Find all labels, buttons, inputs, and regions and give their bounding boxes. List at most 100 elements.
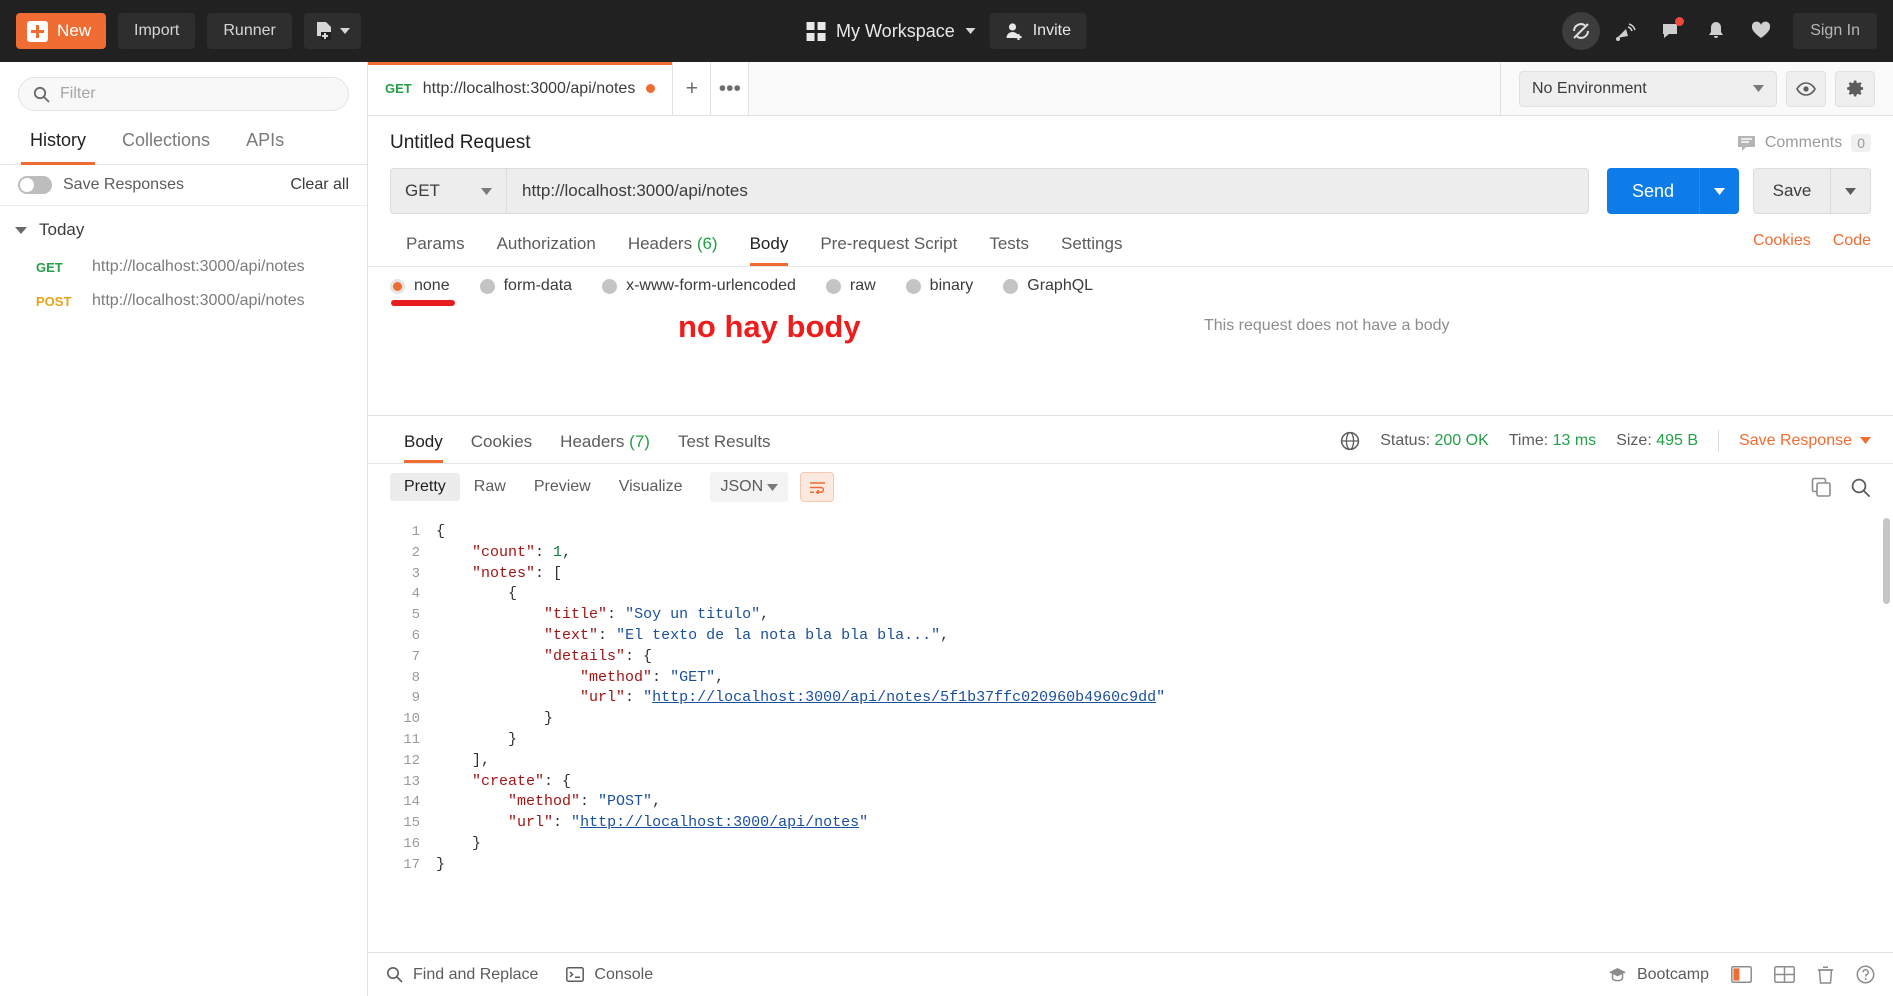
code-token: , <box>760 606 770 624</box>
tab-authorization[interactable]: Authorization <box>481 228 612 266</box>
save-responses-row: Save Responses Clear all <box>0 165 367 206</box>
help-icon[interactable] <box>1856 965 1875 984</box>
sidebar-tab-apis[interactable]: APIs <box>228 122 302 164</box>
word-wrap-button[interactable] <box>800 472 835 502</box>
line-number: 8 <box>411 669 420 686</box>
response-tab-body[interactable]: Body <box>390 428 457 463</box>
code-link[interactable]: http://localhost:3000/api/notes/5f1b37ff… <box>652 689 1156 706</box>
view-tab-raw[interactable]: Raw <box>460 473 520 501</box>
filter-box[interactable] <box>18 77 349 111</box>
runner-button[interactable]: Runner <box>207 13 292 49</box>
bootcamp-button[interactable]: Bootcamp <box>1608 966 1709 984</box>
cookies-link[interactable]: Cookies <box>1753 232 1811 250</box>
method-label: GET <box>405 181 440 200</box>
code-line: "text": "El texto de la nota bla bla bla… <box>436 626 1893 647</box>
send-button[interactable]: Send <box>1607 168 1699 214</box>
code-token: "title" <box>544 606 608 624</box>
save-options-button[interactable] <box>1831 168 1871 214</box>
history-group-today[interactable]: Today <box>0 206 367 250</box>
format-selector[interactable]: JSON <box>710 472 789 502</box>
tab-label: Settings <box>1061 234 1123 253</box>
tab-settings[interactable]: Settings <box>1045 228 1138 266</box>
code-line: } <box>436 709 1893 730</box>
tab-label: Body <box>404 432 443 451</box>
invite-button[interactable]: Invite <box>989 13 1087 49</box>
code-link[interactable]: Code <box>1833 232 1871 250</box>
history-url: http://localhost:3000/api/notes <box>92 292 305 309</box>
runner-button-label: Runner <box>223 22 276 39</box>
settings-button[interactable] <box>1835 70 1875 107</box>
two-pane-layout-icon[interactable] <box>1731 966 1752 983</box>
environment-selector[interactable]: No Environment <box>1519 70 1777 107</box>
response-tab-test-results[interactable]: Test Results <box>664 428 785 463</box>
code-line: "create": { <box>436 772 1893 793</box>
new-window-button[interactable] <box>303 13 361 49</box>
body-type-graphql[interactable]: GraphQL <box>1003 277 1093 295</box>
list-item[interactable]: POST http://localhost:3000/api/notes <box>0 284 367 318</box>
save-responses-toggle[interactable] <box>18 176 52 194</box>
comments-button[interactable]: Comments 0 <box>1737 134 1871 152</box>
body-type-urlencoded[interactable]: x-www-form-urlencoded <box>602 277 796 295</box>
view-tab-pretty[interactable]: Pretty <box>390 473 460 501</box>
body-type-raw[interactable]: raw <box>825 277 876 295</box>
tab-headers[interactable]: Headers (6) <box>612 228 734 266</box>
view-tab-preview[interactable]: Preview <box>520 473 605 501</box>
view-tab-visualize[interactable]: Visualize <box>605 473 697 501</box>
trash-icon[interactable] <box>1817 965 1834 984</box>
workspace-selector[interactable]: My Workspace <box>806 21 976 42</box>
search-input[interactable] <box>60 85 334 103</box>
tab-tests[interactable]: Tests <box>973 228 1045 266</box>
code-token: "details" <box>544 647 626 665</box>
tab-pre-request-script[interactable]: Pre-request Script <box>804 228 973 266</box>
environment-quick-look-button[interactable] <box>1786 70 1826 107</box>
code-link[interactable]: http://localhost:3000/api/notes <box>580 814 859 831</box>
heart-icon[interactable] <box>1742 12 1780 50</box>
plus-icon <box>27 20 48 42</box>
copy-icon[interactable] <box>1811 477 1832 498</box>
save-response-button[interactable]: Save Response <box>1739 432 1871 450</box>
response-body-viewer[interactable]: 1 2 3 4 5 6 7 8 9 10 11 12 13 14 15 16 17 { "count": 1, … <box>368 510 1893 952</box>
comments-icon[interactable] <box>1652 12 1690 50</box>
find-and-replace-button[interactable]: Find and Replace <box>386 966 538 984</box>
sidebar-tab-collections[interactable]: Collections <box>104 122 228 164</box>
vertical-scrollbar[interactable] <box>1883 518 1890 604</box>
import-button[interactable]: Import <box>118 13 196 49</box>
new-button[interactable]: New <box>16 13 107 49</box>
sync-off-icon[interactable] <box>1562 12 1601 50</box>
chevron-down-icon <box>1753 85 1764 92</box>
sidebar-tabs: History Collections APIs <box>0 122 367 165</box>
console-button[interactable]: Console <box>566 966 653 984</box>
response-tab-headers[interactable]: Headers (7) <box>546 428 664 463</box>
code-line: } <box>436 834 1893 855</box>
annotation-text: no hay body <box>678 309 861 344</box>
page-title: Untitled Request <box>390 132 531 153</box>
list-item[interactable]: GET http://localhost:3000/api/notes <box>0 250 367 284</box>
sidebar: History Collections APIs Save Responses … <box>0 62 368 996</box>
method-selector[interactable]: GET <box>390 168 506 214</box>
sidebar-tab-history[interactable]: History <box>12 122 104 165</box>
url-input[interactable] <box>506 168 1589 214</box>
sign-in-button[interactable]: Sign In <box>1793 13 1877 49</box>
bell-icon[interactable] <box>1697 12 1735 50</box>
send-options-button[interactable] <box>1699 168 1739 214</box>
tab-params[interactable]: Params <box>390 228 481 266</box>
save-request-button[interactable]: Save <box>1753 168 1831 214</box>
search-icon[interactable] <box>1850 477 1871 498</box>
request-tab-notes[interactable]: GET http://localhost:3000/api/notes <box>368 62 674 115</box>
tab-body[interactable]: Body <box>734 228 805 266</box>
body-type-label: raw <box>849 277 876 294</box>
divider <box>1718 429 1720 452</box>
code-token: : <box>553 814 572 832</box>
body-type-none[interactable]: none <box>390 277 450 295</box>
clear-all-button[interactable]: Clear all <box>290 176 349 194</box>
new-tab-button[interactable]: + <box>673 62 712 115</box>
tab-options-button[interactable]: ••• <box>711 62 750 115</box>
body-type-binary[interactable]: binary <box>905 277 973 295</box>
satellite-icon[interactable] <box>1607 12 1645 50</box>
grid-layout-icon[interactable] <box>1774 966 1795 983</box>
response-tab-cookies[interactable]: Cookies <box>457 428 546 463</box>
body-type-form-data[interactable]: form-data <box>479 277 572 295</box>
request-links: Cookies Code <box>1753 232 1871 262</box>
